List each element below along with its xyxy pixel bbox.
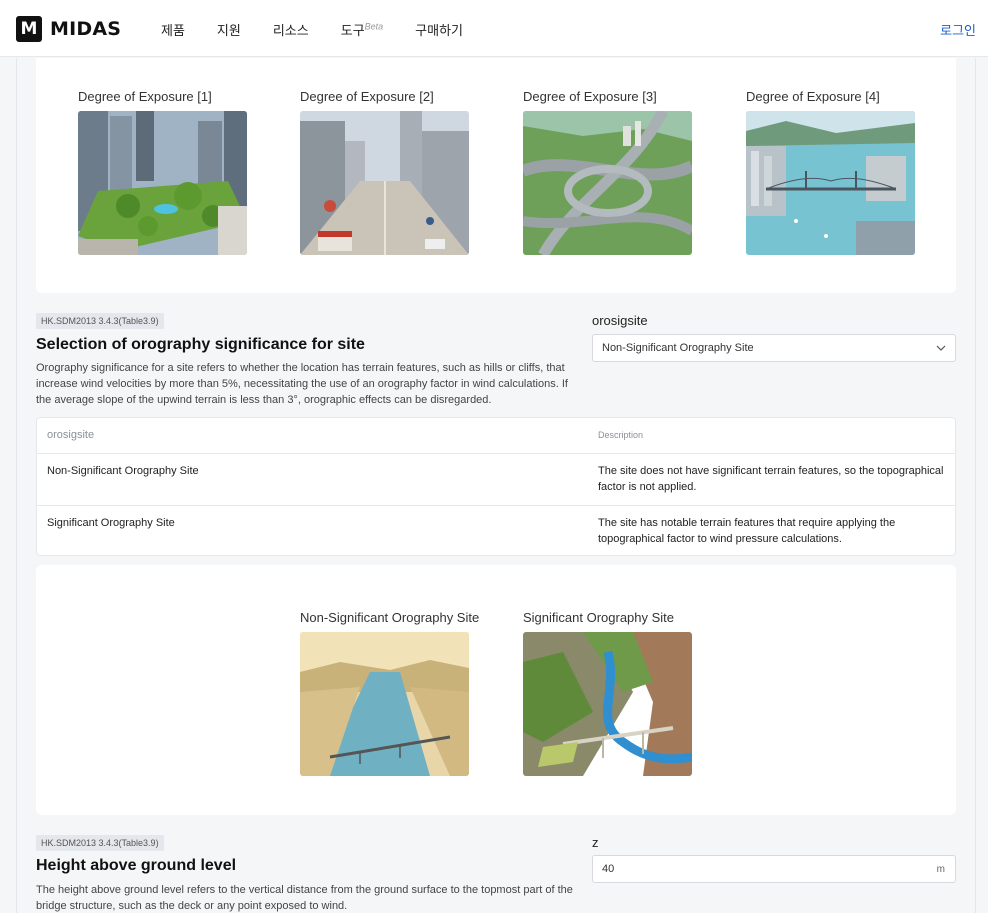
section-description: The height above ground level refers to … bbox=[36, 884, 573, 912]
nav-item-purchase[interactable]: 구매하기 bbox=[415, 20, 463, 39]
figure-label: Degree of Exposure [4] bbox=[746, 89, 880, 104]
main-nav: 제품 지원 리소스 도구Beta 구매하기 bbox=[161, 20, 495, 39]
significant-orography-image bbox=[523, 632, 692, 776]
nav-item-tools[interactable]: 도구Beta bbox=[341, 20, 383, 39]
midas-logo[interactable]: M MIDAS bbox=[16, 16, 121, 42]
height-input[interactable]: 40 m bbox=[592, 855, 956, 883]
nav-item-products[interactable]: 제품 bbox=[161, 20, 185, 39]
section-description: Orography significance for a site refers… bbox=[36, 362, 568, 406]
nav-item-support[interactable]: 지원 bbox=[217, 20, 241, 39]
figure-label: Non-Significant Orography Site bbox=[300, 610, 480, 625]
nav-item-tools-label: 도구 bbox=[340, 24, 365, 39]
orosigsite-label: orosigsite bbox=[592, 313, 648, 328]
reference-tag: HK.SDM2013 3.4.3(Table3.9) bbox=[36, 835, 164, 851]
orography-figures-card bbox=[36, 565, 956, 815]
table-header: orosigsite bbox=[47, 429, 95, 441]
input-value: 40 bbox=[602, 863, 615, 875]
table-cell: Non-Significant Orography Site bbox=[47, 465, 199, 477]
section-title: Selection of orography significance for … bbox=[36, 336, 365, 353]
top-navigation-bar: M MIDAS 제품 지원 리소스 도구Beta 구매하기 로그인 bbox=[0, 0, 988, 57]
exposure-2-image bbox=[300, 111, 469, 255]
exposure-4-image bbox=[746, 111, 915, 255]
orography-table: orosigsite Description Non-Significant O… bbox=[36, 417, 956, 556]
section-title: Height above ground level bbox=[36, 857, 237, 874]
non-significant-orography-image bbox=[300, 632, 469, 776]
figure-label: Significant Orography Site bbox=[523, 610, 675, 625]
logo-mark-icon: M bbox=[16, 16, 42, 42]
select-value: Non-Significant Orography Site bbox=[602, 342, 754, 354]
unit-label: m bbox=[936, 864, 945, 875]
nav-item-resources[interactable]: 리소스 bbox=[273, 20, 309, 39]
divider bbox=[37, 505, 955, 506]
table-header: Description bbox=[598, 430, 644, 440]
figure-label: Degree of Exposure [3] bbox=[523, 89, 657, 104]
exposure-3-image bbox=[523, 111, 692, 255]
orosigsite-select[interactable]: Non-Significant Orography Site bbox=[592, 334, 956, 362]
table-cell: The site does not have significant terra… bbox=[598, 465, 944, 493]
table-cell: The site has notable terrain features th… bbox=[598, 517, 896, 545]
z-label: z bbox=[592, 835, 599, 850]
exposure-1-image bbox=[78, 111, 247, 255]
reference-tag: HK.SDM2013 3.4.3(Table3.9) bbox=[36, 313, 164, 329]
figure-label: Degree of Exposure [2] bbox=[300, 89, 434, 104]
divider bbox=[37, 453, 955, 454]
chevron-down-icon bbox=[936, 345, 946, 351]
beta-badge: Beta bbox=[364, 21, 384, 32]
figure-label: Degree of Exposure [1] bbox=[78, 89, 212, 104]
table-cell: Significant Orography Site bbox=[47, 517, 175, 529]
login-link[interactable]: 로그인 bbox=[940, 20, 976, 39]
logo-text: MIDAS bbox=[50, 18, 122, 40]
